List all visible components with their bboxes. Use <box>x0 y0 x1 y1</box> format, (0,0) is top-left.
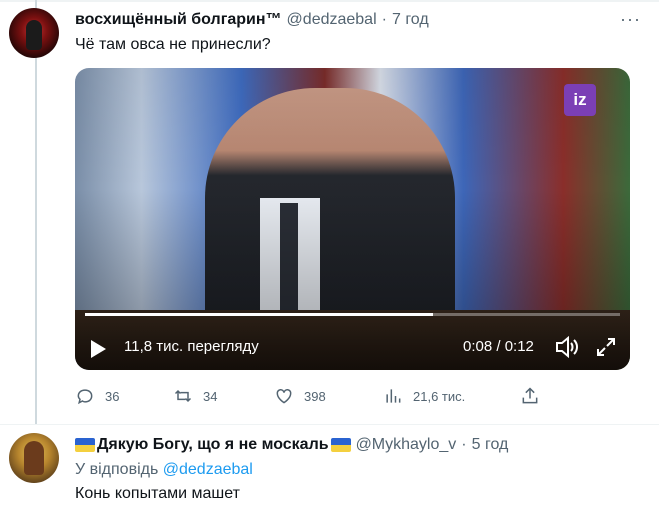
video-time: 0:08 / 0:12 <box>463 338 534 355</box>
reply-count: 36 <box>105 388 120 404</box>
author-handle[interactable]: @dedzaebal <box>287 11 377 29</box>
like-button[interactable]: 398 <box>274 386 326 406</box>
retweet-button[interactable]: 34 <box>173 386 217 406</box>
reply-prefix: У відповідь <box>75 461 159 478</box>
video-player[interactable]: iz 11,8 тис. перегляду 0:08 / 0:12 <box>75 68 630 370</box>
fullscreen-icon[interactable] <box>595 336 617 358</box>
channel-logo: iz <box>564 84 596 116</box>
avatar-figure <box>26 20 42 50</box>
tweet-actions: 36 34 398 21,6 тис. <box>75 386 555 410</box>
video-progress-fill <box>85 313 433 316</box>
play-icon[interactable] <box>91 340 106 358</box>
volume-icon[interactable] <box>555 335 579 359</box>
reply-text: Конь копытами машет <box>75 485 240 502</box>
reply-avatar[interactable] <box>9 433 59 483</box>
more-options-icon[interactable]: ··· <box>620 9 641 30</box>
tweet-divider <box>0 424 659 425</box>
retweet-icon <box>174 389 192 403</box>
video-view-count: 11,8 тис. перегляду <box>124 338 259 355</box>
reply-author-name[interactable]: Дякую Богу, що я не москаль <box>97 436 329 454</box>
video-overlay <box>75 68 630 370</box>
retweet-count: 34 <box>203 388 218 404</box>
top-divider <box>0 0 659 2</box>
heart-icon <box>276 388 292 404</box>
replying-to: У відповідь @dedzaebal <box>75 461 253 479</box>
video-progress-bar[interactable] <box>85 313 620 316</box>
reply-avatar-figure <box>24 441 44 475</box>
ukraine-flag-icon <box>75 438 95 452</box>
tweet-text: Чё там овса не принесли? <box>75 36 271 53</box>
reply-author-handle[interactable]: @Mykhaylo_v <box>356 436 457 454</box>
ukraine-flag-icon <box>330 438 351 452</box>
share-icon <box>522 387 538 404</box>
dot-separator: · <box>381 11 387 28</box>
analytics-icon <box>386 389 401 403</box>
tweet-header: восхищённый болгарин™ @dedzaebal · 7 год <box>75 9 639 31</box>
mention-link[interactable]: @dedzaebal <box>163 461 253 478</box>
share-button[interactable] <box>520 386 540 406</box>
reply-time[interactable]: 5 год <box>472 436 509 454</box>
reply-header: Дякую Богу, що я не москаль @Mykhaylo_v … <box>75 434 639 456</box>
views-count: 21,6 тис. <box>413 388 466 404</box>
reply-button[interactable]: 36 <box>75 386 119 406</box>
avatar[interactable] <box>9 8 59 58</box>
author-name[interactable]: восхищённый болгарин™ <box>75 11 282 29</box>
thread-line <box>35 0 37 425</box>
like-count: 398 <box>304 388 326 404</box>
tweet-time[interactable]: 7 год <box>392 11 429 29</box>
dot-separator: · <box>461 436 467 453</box>
views-button[interactable]: 21,6 тис. <box>383 386 465 406</box>
reply-icon <box>77 389 93 405</box>
